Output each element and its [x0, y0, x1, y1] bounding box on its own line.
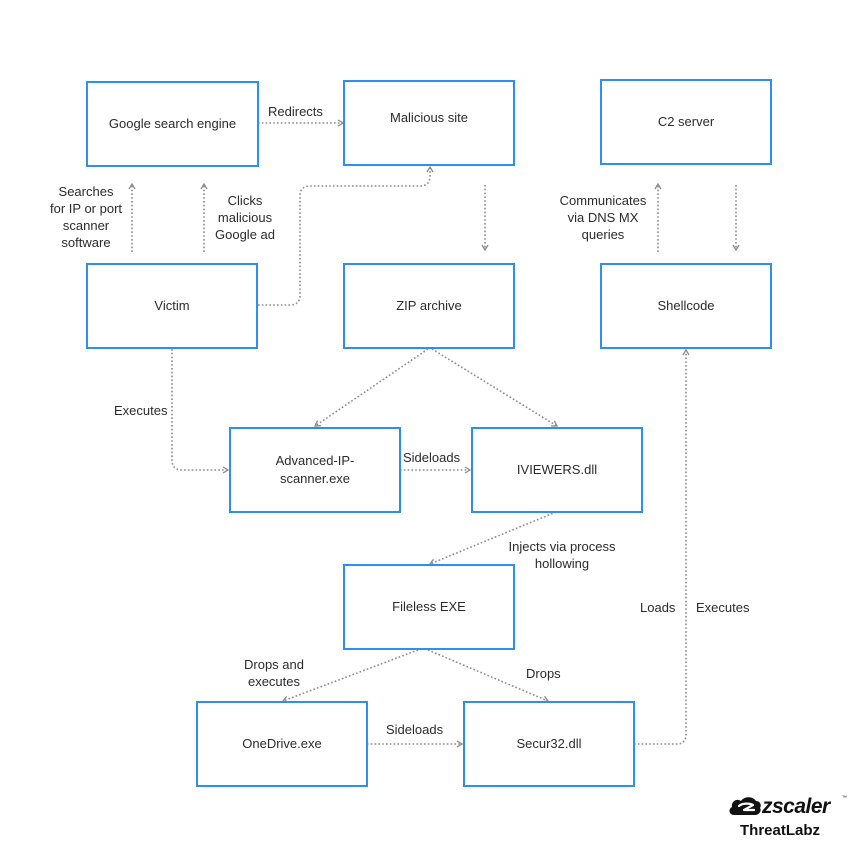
label-line: executes	[247, 674, 301, 689]
node-shellcode: Shellcode	[600, 263, 772, 349]
label-line: software	[61, 235, 111, 250]
node-malicious-site: Malicious site	[343, 80, 515, 166]
node-google-search-engine: Google search engine	[86, 81, 259, 167]
node-advanced-ip-scanner: Advanced-IP- scanner.exe	[229, 427, 401, 513]
logo-sub: ThreatLabz	[740, 822, 821, 839]
label-executes-victim: Executes	[114, 403, 168, 418]
node-label: ZIP archive	[396, 298, 462, 313]
logo-brand: zscaler	[762, 795, 830, 818]
node-fileless-exe: Fileless EXE	[343, 564, 515, 650]
label-executes-shellcode: Executes	[696, 600, 750, 615]
label-communicates: Communicates via DNS MX queries	[555, 192, 651, 243]
node-secur32-dll: Secur32.dll	[463, 701, 635, 787]
node-label: Secur32.dll	[516, 736, 582, 751]
node-label: OneDrive.exe	[242, 736, 322, 751]
node-onedrive-exe: OneDrive.exe	[196, 701, 368, 787]
edge-executes	[171, 349, 230, 474]
node-label: Malicious site	[389, 110, 469, 125]
logo-trademark: ™	[842, 795, 847, 801]
label-redirects: Redirects	[268, 104, 323, 119]
label-drops-and-executes: Drops and executes	[238, 656, 310, 690]
node-label: Shellcode	[657, 298, 715, 313]
node-label: Victim	[154, 298, 190, 313]
label-searches: Searches for IP or port scanner software	[50, 183, 122, 251]
label-clicks: Clicks malicious Google ad	[210, 192, 280, 243]
label-line: queries	[581, 227, 625, 242]
zscaler-threatlabz-logo: zscaler ™ ThreatLabz	[728, 795, 848, 845]
label-line: via DNS MX	[567, 210, 639, 225]
label-line: scanner	[62, 218, 110, 233]
node-label-line1: Advanced-IP-	[275, 453, 355, 468]
label-line: hollowing	[534, 556, 590, 571]
edge-loads-executes	[634, 348, 690, 745]
label-line: Searches	[58, 184, 114, 199]
label-sideloads-1: Sideloads	[403, 450, 461, 465]
label-line: Clicks	[227, 193, 263, 208]
node-c2-server: C2 server	[600, 79, 772, 165]
node-label: Fileless EXE	[392, 599, 466, 614]
edge-zip-to-scanner	[313, 348, 429, 427]
label-line: for IP or port	[50, 201, 123, 216]
edge-zip-to-iviewers	[431, 348, 559, 427]
node-label: C2 server	[657, 114, 715, 129]
node-iviewers-dll: IVIEWERS.dll	[471, 427, 643, 513]
label-line: malicious	[217, 210, 273, 225]
label-line: Communicates	[559, 193, 647, 208]
label-loads: Loads	[640, 600, 676, 615]
label-line: Drops and	[244, 657, 304, 672]
node-label: IVIEWERS.dll	[516, 462, 598, 477]
node-zip-archive: ZIP archive	[343, 263, 515, 349]
zscaler-cloud-icon	[729, 797, 761, 815]
node-label: Google search engine	[108, 116, 237, 131]
label-line: Injects via process	[508, 539, 616, 554]
label-sideloads-2: Sideloads	[386, 722, 444, 737]
node-victim: Victim	[86, 263, 258, 349]
label-drops: Drops	[526, 666, 561, 681]
node-label-line2: scanner.exe	[279, 471, 351, 486]
label-injects: Injects via process hollowing	[502, 538, 622, 572]
label-line: Google ad	[215, 227, 275, 242]
